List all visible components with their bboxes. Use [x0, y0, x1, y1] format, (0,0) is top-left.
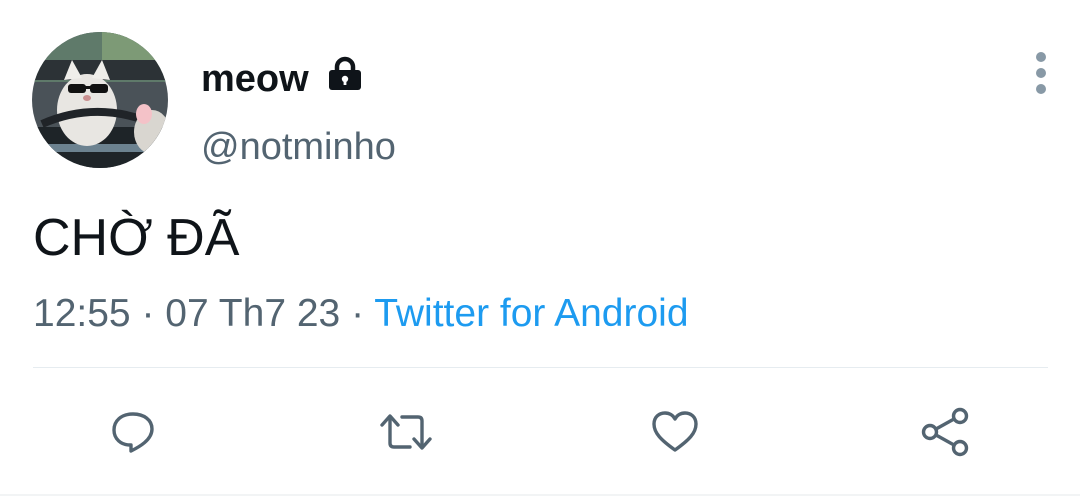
handle[interactable]: @notminho — [201, 124, 396, 170]
tweet-meta: 12:55 · 07 Th7 23 · Twitter for Android — [33, 291, 689, 337]
more-options-button[interactable] — [1024, 50, 1058, 96]
more-dot-icon — [1036, 84, 1046, 94]
retweet-button[interactable] — [374, 400, 438, 464]
share-icon — [921, 407, 969, 457]
avatar[interactable] — [32, 32, 168, 168]
meta-separator: · — [351, 292, 365, 335]
tweet-source-link[interactable]: Twitter for Android — [374, 292, 688, 335]
meta-separator: · — [141, 292, 155, 335]
tweet-text: CHỜ ĐÃ — [33, 209, 240, 267]
divider — [33, 367, 1048, 368]
display-name[interactable]: meow — [201, 56, 309, 102]
heart-icon — [652, 411, 698, 452]
retweet-icon — [380, 414, 432, 450]
cat-driving-avatar-icon — [32, 32, 168, 168]
more-dot-icon — [1036, 68, 1046, 78]
tweet-time: 12:55 — [33, 292, 131, 335]
like-button[interactable] — [643, 400, 707, 464]
lock-icon — [329, 56, 361, 90]
reply-button[interactable] — [101, 400, 165, 464]
tweet-date: 07 Th7 23 — [165, 292, 341, 335]
action-bar — [0, 400, 1080, 464]
more-dot-icon — [1036, 52, 1046, 62]
tweet-detail: meow @notminho CHỜ ĐÃ 12:55 · 07 Th7 23 … — [0, 0, 1080, 496]
share-button[interactable] — [913, 400, 977, 464]
reply-icon — [112, 412, 154, 453]
